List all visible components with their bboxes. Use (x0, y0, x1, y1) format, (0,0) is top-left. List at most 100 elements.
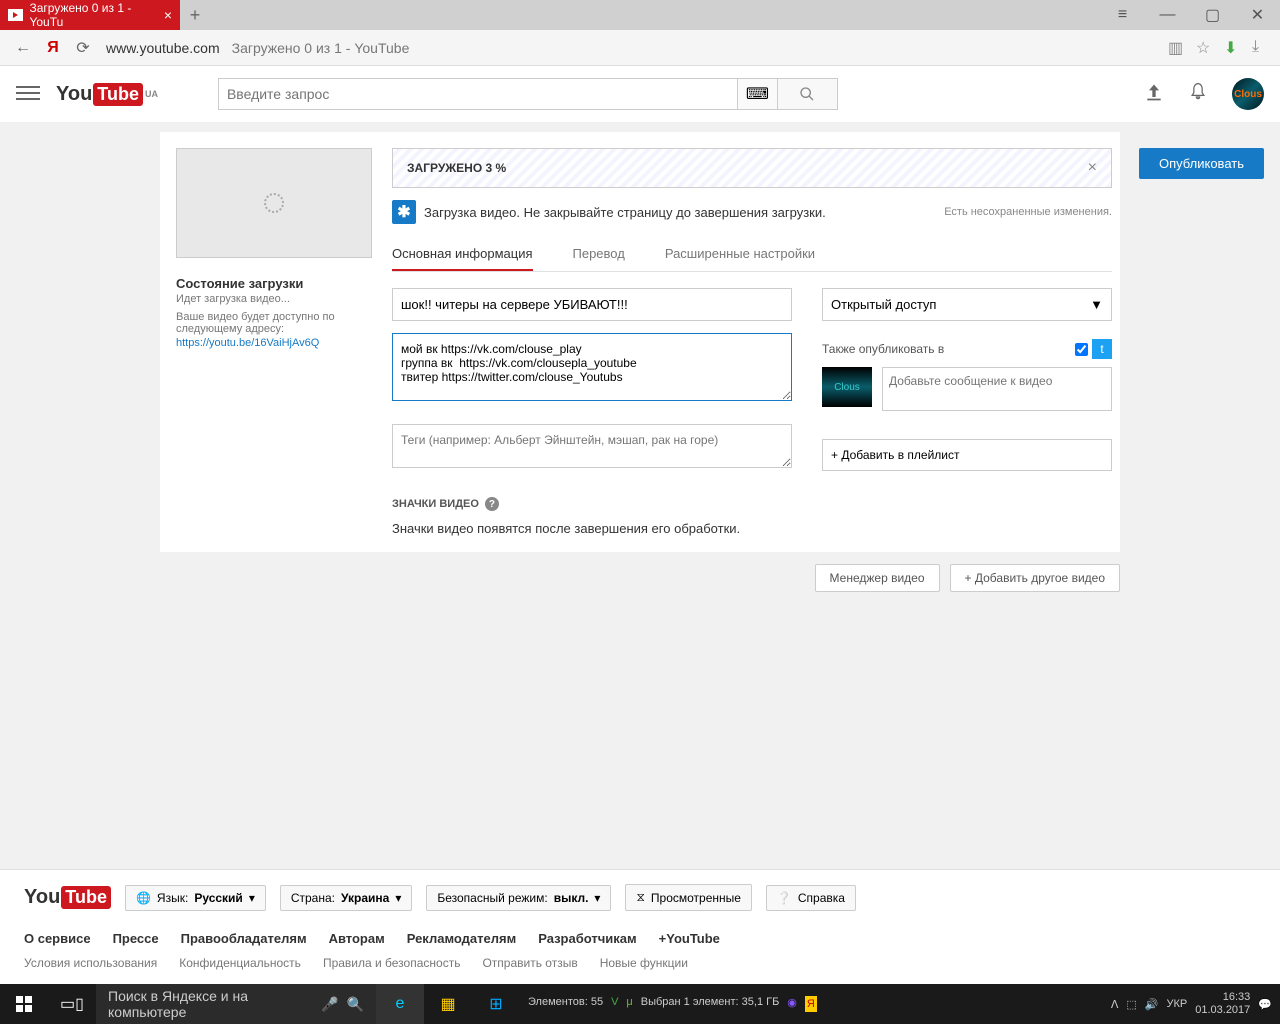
search-icon (799, 86, 815, 102)
privacy-select[interactable]: Открытый доступ ▼ (822, 288, 1112, 321)
youtube-logo[interactable]: You Tube UA (56, 83, 158, 106)
upload-progress-banner: ЗАГРУЖЕНО 3 % × (392, 148, 1112, 188)
back-icon[interactable]: ← (8, 33, 38, 63)
search-button[interactable] (778, 78, 838, 110)
country-select[interactable]: Страна: Украина ▾ (280, 885, 413, 911)
task-view-icon[interactable]: ▭▯ (48, 984, 96, 1024)
tab-translations[interactable]: Перевод (573, 238, 625, 271)
yandex-icon[interactable]: Я (38, 33, 68, 63)
footer-links-primary: О сервисе Прессе Правообладателям Автора… (24, 931, 1256, 946)
taskbar-search[interactable]: Поиск в Яндексе и на компьютере 🎤 🔍 (96, 984, 376, 1024)
explorer-selected: Выбран 1 элемент: 35,1 ГБ (641, 996, 780, 1012)
history-icon: ⧖ (636, 890, 644, 905)
mic-icon[interactable]: 🎤 (321, 996, 338, 1013)
help-button[interactable]: ❔ Справка (766, 885, 856, 911)
globe-icon: 🌐 (136, 891, 151, 905)
volume-icon[interactable]: 🔊 (1145, 998, 1159, 1011)
taskbar-app[interactable]: V (611, 996, 618, 1012)
channel-thumbnail: Clous (822, 367, 872, 407)
chevron-down-icon: ▾ (249, 891, 255, 905)
upload-tabs: Основная информация Перевод Расширенные … (392, 238, 1112, 272)
share-message-input[interactable] (882, 367, 1112, 411)
history-button[interactable]: ⧖ Просмотренные (625, 884, 751, 911)
help-icon[interactable]: ? (485, 497, 499, 511)
maximize-icon[interactable]: ▢ (1190, 0, 1235, 30)
extension-icon[interactable]: ⬇ (1224, 38, 1244, 58)
bookmark-icon[interactable]: ☆ (1196, 38, 1216, 58)
taskbar-app-explorer[interactable]: ▦ (424, 984, 472, 1024)
footer-link[interactable]: Прессе (113, 931, 159, 946)
footer-links-secondary: Условия использования Конфиденциальность… (24, 956, 1256, 970)
taskbar-app-store[interactable]: ⊞ (472, 984, 520, 1024)
tab-basic-info[interactable]: Основная информация (392, 238, 533, 271)
close-banner-icon[interactable]: × (1088, 159, 1097, 177)
language-indicator[interactable]: УКР (1167, 998, 1188, 1010)
upload-panel: Опубликовать Состояние загрузки Идет заг… (160, 132, 1120, 552)
notifications-icon[interactable] (1188, 82, 1208, 107)
search-form: ⌨ (218, 78, 838, 110)
footer-link[interactable]: +YouTube (659, 931, 720, 946)
twitter-icon[interactable]: t (1092, 339, 1112, 359)
video-manager-button[interactable]: Менеджер видео (815, 564, 940, 592)
upload-status-title: Состояние загрузки (176, 276, 372, 291)
search-icon[interactable]: 🔍 (347, 996, 364, 1013)
footer-link[interactable]: Отправить отзыв (482, 956, 577, 970)
browser-address-bar: ← Я ⟳ www.youtube.com Загружено 0 из 1 -… (0, 30, 1280, 66)
start-button[interactable] (0, 984, 48, 1024)
network-icon[interactable]: ⬚ (1126, 998, 1136, 1011)
clock[interactable]: 16:33 01.03.2017 (1195, 991, 1250, 1017)
new-tab-button[interactable]: + (180, 0, 210, 30)
progress-text: ЗАГРУЖЕНО 3 % (407, 161, 506, 175)
tab-advanced[interactable]: Расширенные настройки (665, 238, 815, 271)
language-select[interactable]: 🌐 Язык: Русский ▾ (125, 885, 266, 911)
video-tags-input[interactable] (392, 424, 792, 468)
tray-chevron-icon[interactable]: ᐱ (1111, 998, 1119, 1011)
footer-link[interactable]: Правила и безопасность (323, 956, 461, 970)
footer-link[interactable]: Новые функции (600, 956, 688, 970)
upload-status-available: Ваше видео будет доступно по следующему … (176, 311, 372, 335)
action-center-icon[interactable]: 💬 (1258, 998, 1272, 1011)
taskbar-app-edge[interactable]: e (376, 984, 424, 1024)
taskbar-app-utorrent[interactable]: μ (626, 996, 632, 1012)
minimize-icon[interactable]: — (1145, 0, 1190, 30)
keyboard-icon[interactable]: ⌨ (738, 78, 778, 110)
close-window-icon[interactable]: ✕ (1235, 0, 1280, 30)
footer-logo[interactable]: You Tube (24, 886, 111, 909)
translate-icon[interactable]: ▥ (1168, 38, 1188, 58)
footer-link[interactable]: Условия использования (24, 956, 157, 970)
url-domain[interactable]: www.youtube.com (106, 40, 220, 56)
upload-info-message: Загрузка видео. Не закрывайте страницу д… (424, 205, 826, 220)
browser-menu-icon[interactable]: ≡ (1100, 0, 1145, 30)
footer-link[interactable]: Рекламодателям (407, 931, 516, 946)
footer-link[interactable]: Правообладателям (181, 931, 307, 946)
publish-button[interactable]: Опубликовать (1139, 148, 1264, 179)
url-path: Загружено 0 из 1 - YouTube (232, 40, 410, 56)
footer-link[interactable]: О сервисе (24, 931, 91, 946)
spinner-icon (264, 193, 284, 213)
add-more-videos-button[interactable]: + Добавить другое видео (950, 564, 1120, 592)
taskbar-app-viber[interactable]: ◉ (787, 996, 797, 1012)
close-tab-icon[interactable]: × (164, 7, 172, 23)
taskbar-app-yandex[interactable]: Я (805, 996, 817, 1012)
browser-tab[interactable]: Загружено 0 из 1 - YouTu × (0, 0, 180, 30)
video-description-input[interactable] (392, 333, 792, 401)
download-icon[interactable]: ⤓ (1252, 38, 1272, 58)
guide-menu-icon[interactable] (16, 82, 40, 106)
reload-icon[interactable]: ⟳ (68, 33, 98, 63)
footer-link[interactable]: Разработчикам (538, 931, 636, 946)
upload-icon[interactable] (1144, 82, 1164, 107)
twitter-checkbox[interactable] (1075, 343, 1088, 356)
footer-link[interactable]: Конфиденциальность (179, 956, 301, 970)
video-title-input[interactable] (392, 288, 792, 321)
search-input[interactable] (218, 78, 738, 110)
upload-status-text: Идет загрузка видео... (176, 293, 372, 305)
safety-mode-select[interactable]: Безопасный режим: выкл. ▾ (426, 885, 611, 911)
upload-video-url[interactable]: https://youtu.be/16VaiHjAv6Q (176, 337, 372, 349)
chevron-down-icon: ▾ (395, 891, 401, 905)
avatar[interactable]: Clous (1232, 78, 1264, 110)
footer: You Tube 🌐 Язык: Русский ▾ Страна: Украи… (0, 869, 1280, 984)
add-playlist-button[interactable]: + Добавить в плейлист (822, 439, 1112, 471)
footer-link[interactable]: Авторам (329, 931, 385, 946)
window-controls: ≡ — ▢ ✕ (1100, 0, 1280, 30)
youtube-favicon (8, 9, 23, 21)
